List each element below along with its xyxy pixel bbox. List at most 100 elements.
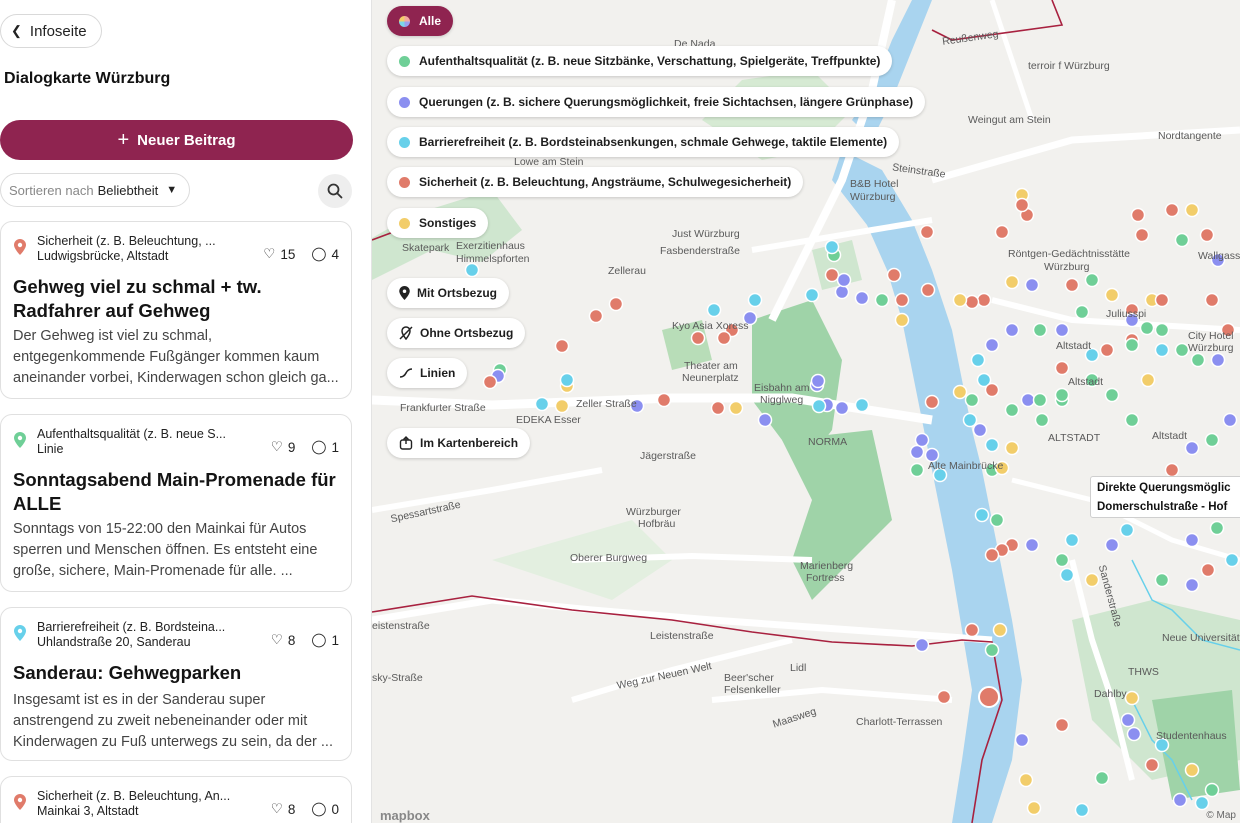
map-marker[interactable] [747, 292, 763, 308]
map-marker[interactable] [464, 262, 480, 278]
post-card[interactable]: Sicherheit (z. B. Beleuchtung, An... Mai… [0, 776, 352, 823]
like-button[interactable]: ♡ 8 [271, 797, 296, 821]
map-marker[interactable] [1024, 277, 1040, 293]
map-marker[interactable] [952, 384, 968, 400]
map-marker[interactable] [1104, 287, 1120, 303]
comment-button[interactable]: ◯ 1 [311, 628, 339, 652]
map-canvas[interactable]: Reußenweg De Nada terroir f Würzburg Wei… [372, 0, 1240, 823]
map-marker[interactable] [1026, 800, 1042, 816]
map-marker[interactable] [984, 642, 1000, 658]
like-button[interactable]: ♡ 15 [263, 242, 295, 266]
map-marker[interactable] [1204, 432, 1220, 448]
map-marker[interactable] [1194, 795, 1210, 811]
new-post-button[interactable]: + Neuer Beitrag [0, 120, 353, 160]
map-marker[interactable] [554, 338, 570, 354]
map-marker[interactable] [1209, 520, 1225, 536]
map-marker[interactable] [1064, 277, 1080, 293]
map-marker[interactable] [757, 412, 773, 428]
map-marker[interactable] [989, 512, 1005, 528]
map-marker[interactable] [1014, 732, 1030, 748]
sort-dropdown[interactable]: Sortieren nach Beliebtheit ▼ [0, 173, 191, 207]
map-marker[interactable] [972, 422, 988, 438]
map-marker[interactable] [710, 400, 726, 416]
map-marker[interactable] [588, 308, 604, 324]
filter-chip-sonstiges[interactable]: Sonstiges [387, 208, 489, 238]
like-button[interactable]: ♡ 9 [271, 435, 296, 459]
map-marker[interactable] [1004, 274, 1020, 290]
map-marker[interactable] [1084, 572, 1100, 588]
map-marker[interactable] [836, 272, 852, 288]
map-marker[interactable] [1184, 532, 1200, 548]
map-marker[interactable] [1124, 412, 1140, 428]
map-marker[interactable] [976, 292, 992, 308]
with-location-button[interactable]: Mit Ortsbezug [387, 278, 509, 308]
map-marker[interactable] [1130, 207, 1146, 223]
map-marker[interactable] [936, 689, 952, 705]
map-marker[interactable] [1210, 352, 1226, 368]
map-marker[interactable] [964, 294, 980, 310]
map-marker[interactable] [1032, 322, 1048, 338]
map-marker[interactable] [1164, 462, 1180, 478]
map-marker[interactable] [1020, 392, 1036, 408]
like-button[interactable]: ♡ 8 [271, 628, 296, 652]
map-marker[interactable] [1032, 392, 1048, 408]
map-marker[interactable] [1174, 342, 1190, 358]
map-marker[interactable] [1184, 577, 1200, 593]
map-marker[interactable] [886, 267, 902, 283]
map-marker[interactable] [810, 373, 826, 389]
map-attribution[interactable]: © Map [1206, 810, 1236, 821]
map-marker[interactable] [728, 400, 744, 416]
map-marker[interactable] [1204, 292, 1220, 308]
map-marker-selected[interactable] [978, 686, 1000, 708]
map-marker[interactable] [854, 397, 870, 413]
comment-button[interactable]: ◯ 0 [311, 797, 339, 821]
map-marker[interactable] [554, 398, 570, 414]
post-card[interactable]: Aufenthaltsqualität (z. B. neue S... Lin… [0, 414, 352, 592]
map-marker[interactable] [1204, 782, 1220, 798]
map-marker[interactable] [970, 352, 986, 368]
map-marker[interactable] [482, 374, 498, 390]
map-marker[interactable] [1154, 292, 1170, 308]
filter-chip-barrierefreiheit[interactable]: Barrierefreiheit (z. B. Bordsteinabsenku… [387, 127, 900, 157]
map-marker[interactable] [1054, 360, 1070, 376]
map-marker[interactable] [974, 507, 990, 523]
map-marker[interactable] [1172, 792, 1188, 808]
map-marker[interactable] [1064, 532, 1080, 548]
map-marker[interactable] [1154, 572, 1170, 588]
map-marker[interactable] [1004, 440, 1020, 456]
map-marker[interactable] [1139, 320, 1155, 336]
map-marker[interactable] [894, 312, 910, 328]
map-marker[interactable] [984, 547, 1000, 563]
map-marker[interactable] [1034, 412, 1050, 428]
map-marker[interactable] [1120, 712, 1136, 728]
map-marker[interactable] [1184, 202, 1200, 218]
map-marker[interactable] [804, 287, 820, 303]
filter-chip-sicherheit[interactable]: Sicherheit (z. B. Beleuchtung, Angsträum… [387, 167, 804, 197]
map-marker[interactable] [1184, 762, 1200, 778]
map-marker[interactable] [1119, 522, 1135, 538]
map-marker[interactable] [994, 224, 1010, 240]
map-marker[interactable] [914, 637, 930, 653]
map-marker[interactable] [811, 398, 827, 414]
map-marker[interactable] [1054, 552, 1070, 568]
search-button[interactable] [318, 174, 352, 208]
map-marker[interactable] [1004, 322, 1020, 338]
map-marker[interactable] [1224, 552, 1240, 568]
map-marker[interactable] [834, 400, 850, 416]
map-marker[interactable] [716, 330, 732, 346]
map-marker[interactable] [964, 622, 980, 638]
map-marker[interactable] [1124, 337, 1140, 353]
map-marker[interactable] [1054, 387, 1070, 403]
map-marker[interactable] [1134, 227, 1150, 243]
map-marker[interactable] [824, 267, 840, 283]
map-marker[interactable] [984, 337, 1000, 353]
map-marker[interactable] [1124, 690, 1140, 706]
map-marker[interactable] [1222, 412, 1238, 428]
map-marker[interactable] [920, 282, 936, 298]
map-marker[interactable] [984, 437, 1000, 453]
map-marker[interactable] [834, 284, 850, 300]
map-marker[interactable] [909, 444, 925, 460]
map-marker[interactable] [1184, 440, 1200, 456]
map-marker[interactable] [1024, 537, 1040, 553]
map-marker[interactable] [919, 224, 935, 240]
